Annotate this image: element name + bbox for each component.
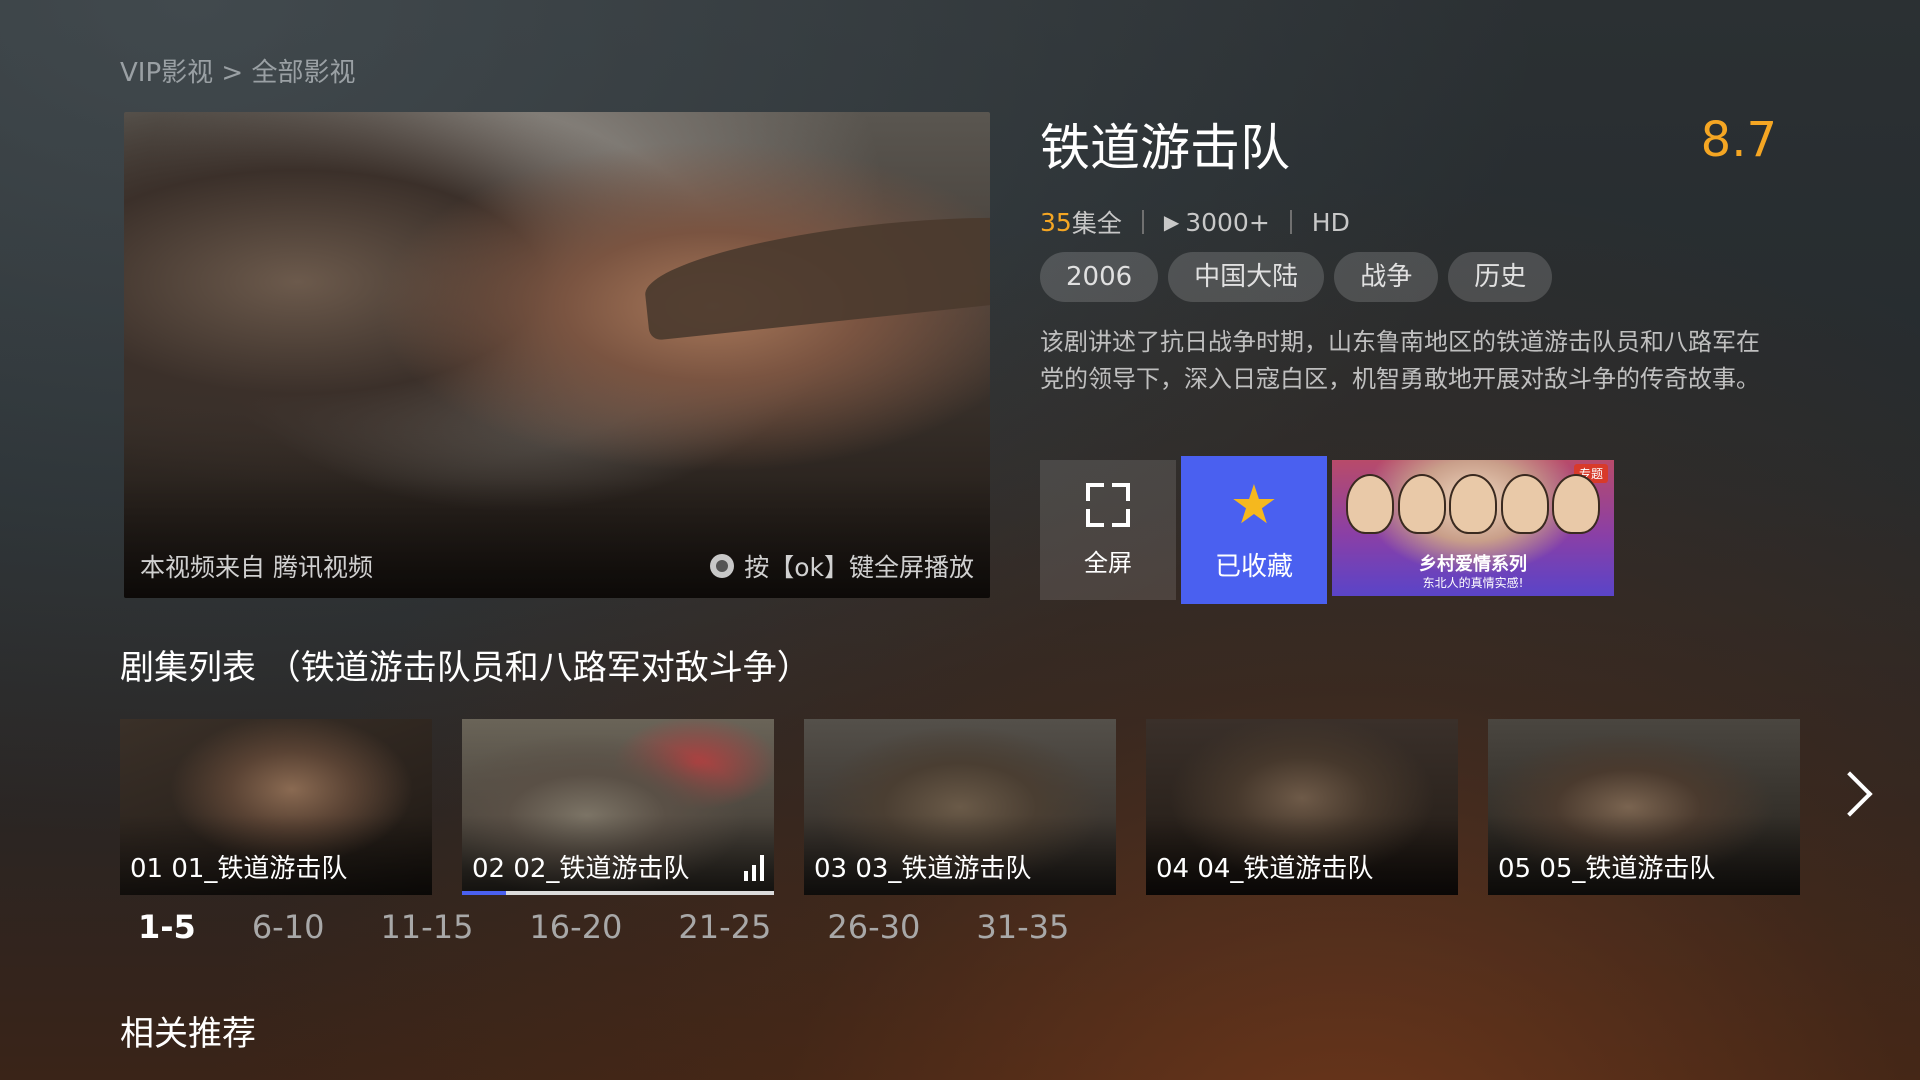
play-count: 3000+	[1185, 207, 1270, 237]
episode-label: 05 05_铁道游击队	[1498, 854, 1716, 884]
video-source-text: 本视频来自 腾讯视频	[140, 553, 373, 582]
episode-progress-bar	[462, 891, 774, 895]
promo-title: 乡村爱情系列	[1419, 554, 1527, 575]
episode-label: 03 03_铁道游击队	[814, 854, 1032, 884]
range-tab-1-5[interactable]: 1-5	[138, 908, 196, 946]
promo-banner[interactable]: 专题 乡村爱情系列 东北人的真情实感!	[1332, 460, 1614, 596]
play-count-icon: ▶	[1163, 210, 1180, 234]
meta-divider	[1289, 210, 1292, 234]
tag-genre-history[interactable]: 历史	[1448, 252, 1553, 302]
episode-label: 02 02_铁道游击队	[472, 854, 690, 884]
episode-label: 01 01_铁道游击队	[130, 854, 348, 884]
episode-list-title: 剧集列表 （铁道游击队员和八路军对敌斗争）	[120, 648, 811, 688]
show-description: 该剧讲述了抗日战争时期，山东鲁南地区的铁道游击队员和八路军在党的领导下，深入日寇…	[1040, 328, 1760, 393]
range-tab-26-30[interactable]: 26-30	[827, 908, 920, 946]
episode-range-tabs: 1-5 6-10 11-15 16-20 21-25 26-30 31-35	[138, 908, 1125, 946]
episode-card-05[interactable]: 05 05_铁道游击队	[1488, 719, 1800, 895]
tag-region[interactable]: 中国大陆	[1168, 252, 1325, 302]
range-tab-21-25[interactable]: 21-25	[678, 908, 771, 946]
promo-illustration	[1346, 474, 1600, 544]
range-tab-31-35[interactable]: 31-35	[976, 908, 1069, 946]
ok-key-icon	[710, 554, 735, 578]
episode-card-02[interactable]: 02 02_铁道游击队	[462, 719, 774, 895]
preview-still-decoration	[640, 199, 990, 341]
favorite-button[interactable]: ★ 已收藏	[1181, 456, 1327, 604]
show-score: 8.7	[1700, 112, 1777, 168]
meta-divider	[1141, 210, 1144, 234]
promo-subtitle: 东北人的真情实感!	[1422, 576, 1524, 590]
fullscreen-hint-text: 按【ok】键全屏播放	[744, 553, 974, 582]
favorite-label: 已收藏	[1214, 551, 1293, 582]
star-icon: ★	[1229, 472, 1279, 536]
episode-list: 01 01_铁道游击队 02 02_铁道游击队 03 03_铁道游击队 04 0…	[120, 719, 1800, 895]
episode-progress-fill	[462, 891, 506, 895]
show-title: 铁道游击队	[1040, 119, 1290, 177]
expand-icon	[1086, 482, 1130, 527]
related-title: 相关推荐	[120, 1014, 256, 1054]
fullscreen-label: 全屏	[1084, 548, 1132, 577]
now-playing-icon	[744, 855, 764, 881]
video-preview[interactable]: 本视频来自 腾讯视频 按【ok】键全屏播放	[124, 112, 990, 598]
range-tab-11-15[interactable]: 11-15	[380, 908, 473, 946]
tag-genre-war[interactable]: 战争	[1334, 252, 1439, 302]
episode-count-suffix: 集全	[1071, 209, 1122, 238]
episode-card-03[interactable]: 03 03_铁道游击队	[804, 719, 1116, 895]
tag-list: 2006 中国大陆 战争 历史	[1040, 252, 1553, 302]
fullscreen-hint: 按【ok】键全屏播放	[710, 548, 974, 584]
chevron-right-icon[interactable]	[1827, 771, 1873, 817]
action-row: 全屏 ★ 已收藏 专题 乡村爱情系列 东北人的真情实感!	[1040, 456, 1614, 604]
tag-year[interactable]: 2006	[1040, 252, 1159, 302]
range-tab-6-10[interactable]: 6-10	[252, 908, 325, 946]
episode-label: 04 04_铁道游击队	[1156, 854, 1374, 884]
breadcrumb: VIP影视 > 全部影视	[120, 58, 356, 88]
episode-card-04[interactable]: 04 04_铁道游击队	[1146, 719, 1458, 895]
episode-count: 35	[1040, 207, 1072, 237]
quality-label: HD	[1311, 207, 1350, 237]
fullscreen-button[interactable]: 全屏	[1040, 460, 1176, 600]
show-meta: 35 集全 ▶ 3000+ HD	[1040, 204, 1350, 240]
range-tab-16-20[interactable]: 16-20	[529, 908, 622, 946]
episode-card-01[interactable]: 01 01_铁道游击队	[120, 719, 432, 895]
